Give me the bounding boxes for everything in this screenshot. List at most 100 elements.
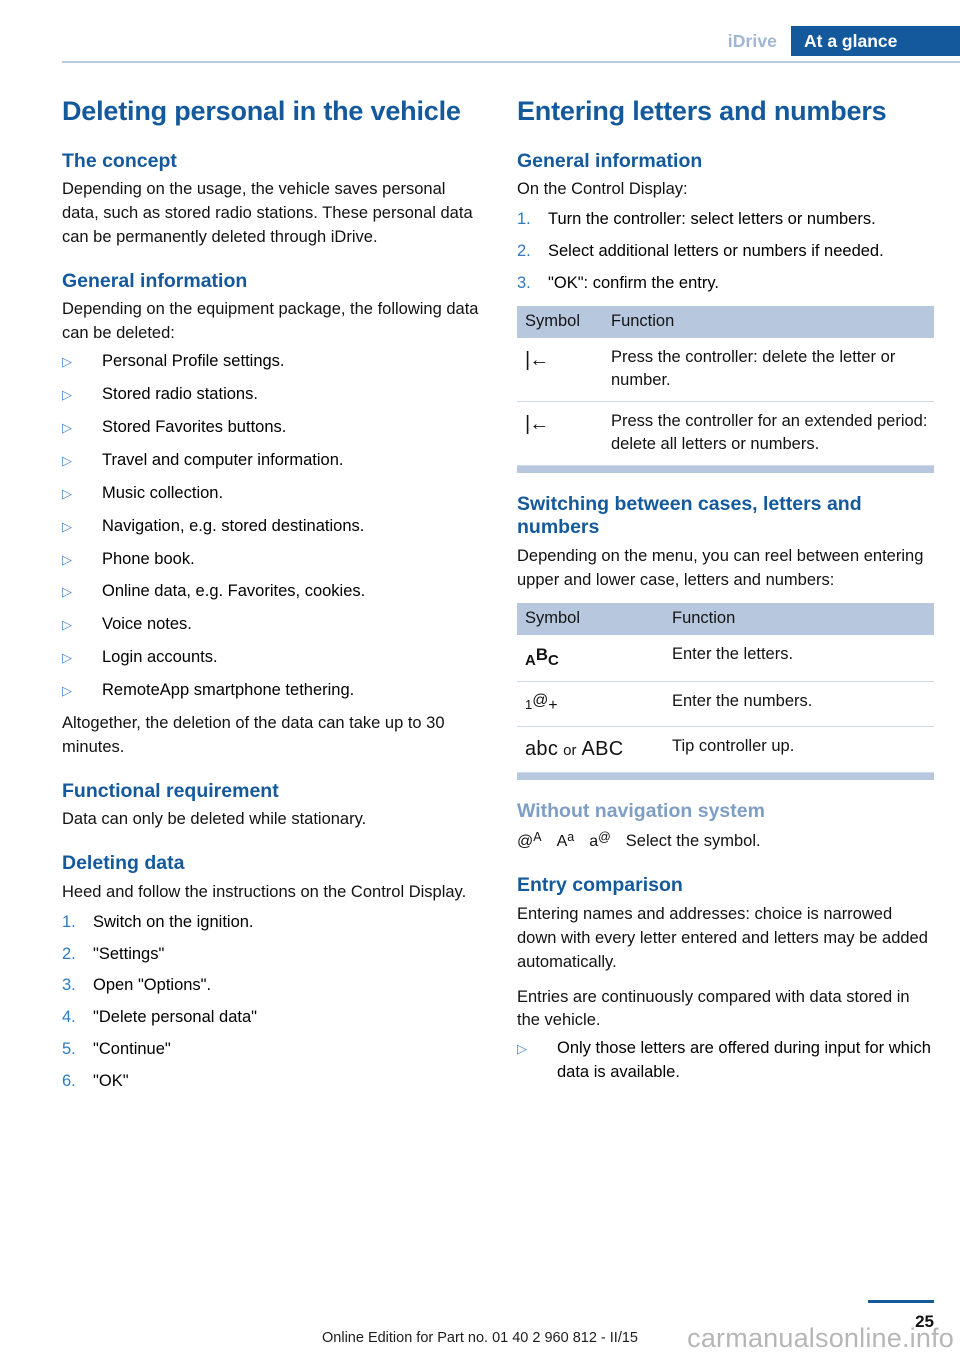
list-item-label: RemoteApp smartphone tethering. [102, 681, 355, 700]
table-row: 1@+ Enter the numbers. [517, 681, 934, 727]
heading-deleting-data: Deleting data [62, 852, 185, 875]
triangle-bullet-icon: ▷ [62, 551, 72, 567]
step-item: 2. Select additional letters or numbers i… [517, 240, 934, 264]
numbers-symbols-icon: 1@+ [517, 681, 664, 727]
step-number: 6. [62, 1072, 76, 1091]
triangle-bullet-icon: ▷ [62, 650, 72, 666]
step-label: "OK" [93, 1072, 129, 1091]
entry-comparison-list: ▷ Only those letters are offered during i… [517, 1037, 934, 1085]
list-item-label: Personal Profile settings. [102, 351, 285, 370]
step-item: 2. "Settings" [62, 943, 479, 967]
list-item-label: Travel and computer information. [102, 450, 344, 469]
backspace-arrow-icon: |← [517, 401, 603, 467]
list-item-label: Only those letters are offered during in… [557, 1039, 931, 1082]
triangle-bullet-icon: ▷ [62, 485, 72, 501]
list-item: ▷ Music collection. [62, 482, 479, 506]
page-number: 25 [915, 1312, 934, 1331]
triangle-bullet-icon: ▷ [62, 452, 72, 468]
list-item: ▷ Personal Profile settings. [62, 350, 479, 374]
paragraph-deletion-duration: Altogether, the deletion of the data can… [62, 714, 445, 757]
page-footer: Online Edition for Part no. 01 40 2 960 … [0, 1282, 960, 1362]
lowercase-at-icon: a@ [589, 830, 611, 851]
heading-general-information-left: General information [62, 269, 248, 292]
list-item: ▷ Navigation, e.g. stored destinations. [62, 515, 479, 539]
step-item: 3. "OK": confirm the entry. [517, 272, 934, 296]
page-number-rule [868, 1300, 934, 1303]
step-item: 1. Switch on the ignition. [62, 911, 479, 935]
step-label: "Continue" [93, 1040, 171, 1059]
paragraph-switching-intro: Depending on the menu, you can reel betw… [517, 546, 924, 589]
heading-general-information-right: General information [517, 149, 703, 172]
list-item: ▷ Only those letters are offered during i… [517, 1037, 934, 1085]
column-header-symbol: Symbol [517, 305, 603, 338]
list-item: ▷ Voice notes. [62, 613, 479, 637]
heading-without-navigation-system: Without navigation system [517, 799, 765, 822]
step-label: Open "Options". [93, 976, 212, 995]
table-header-row: Symbol Function [517, 602, 934, 635]
heading-functional-requirement: Functional requirement [62, 779, 279, 802]
step-number: 3. [62, 976, 76, 995]
deleting-data-steps: 1. Switch on the ignition. 2. "Settings" 3… [62, 911, 479, 1095]
column-header-function: Function [664, 602, 934, 635]
table-header-row: Symbol Function [517, 305, 934, 338]
step-label: "OK": confirm the entry. [548, 273, 719, 292]
lowercase-uppercase-icon: abc or ABC [517, 726, 664, 773]
triangle-bullet-icon: ▷ [62, 386, 72, 402]
without-navigation-text: Select the symbol. [625, 832, 761, 851]
triangle-bullet-icon: ▷ [62, 617, 72, 633]
table-bottom-bar [517, 465, 934, 474]
step-item: 1. Turn the controller: select letters or… [517, 208, 934, 232]
step-label: "Settings" [93, 944, 165, 963]
table-cell-function: Enter the letters. [664, 634, 934, 682]
step-label: Switch on the ignition. [93, 912, 254, 931]
list-item: ▷ RemoteApp smartphone tethering. [62, 679, 479, 703]
list-item: ▷ Online data, e.g. Favorites, cookies. [62, 580, 479, 604]
delete-symbol-table: Symbol Function |← Press the controller:… [517, 305, 934, 474]
triangle-bullet-icon: ▷ [62, 584, 72, 600]
case-switch-symbol-table: Symbol Function ABC Enter the letters. 1… [517, 602, 934, 780]
header-section-label: iDrive [727, 31, 777, 51]
list-item-label: Navigation, e.g. stored destinations. [102, 516, 365, 535]
paragraph-entry-comparison-2: Entries are continuously compared with d… [517, 987, 910, 1030]
step-item: 4. "Delete personal data" [62, 1006, 479, 1030]
list-item: ▷ Stored radio stations. [62, 383, 479, 407]
paragraph-control-display: On the Control Display: [517, 179, 688, 198]
triangle-bullet-icon: ▷ [62, 353, 72, 369]
list-item-label: Online data, e.g. Favorites, cookies. [102, 582, 366, 601]
list-item-label: Music collection. [102, 483, 224, 502]
column-header-symbol: Symbol [517, 602, 664, 635]
table-row: |← Press the controller for an extended … [517, 401, 934, 467]
list-item: ▷ Travel and computer information. [62, 449, 479, 473]
without-navigation-symbol-row: @A Aa a@ Select the symbol. [517, 828, 934, 854]
list-item-label: Login accounts. [102, 648, 218, 667]
step-item: 6. "OK" [62, 1070, 479, 1094]
step-number: 2. [517, 241, 531, 260]
paragraph-entry-comparison-1: Entering names and addresses: choice is … [517, 904, 928, 971]
right-column: Entering letters and numbers General inf… [517, 96, 934, 1103]
table-cell-function: Enter the numbers. [664, 681, 934, 727]
deletable-data-list: ▷ Personal Profile settings. ▷ Stored radi… [62, 350, 479, 703]
list-item: ▷ Phone book. [62, 548, 479, 572]
triangle-bullet-icon: ▷ [517, 1041, 527, 1057]
step-number: 3. [517, 273, 531, 292]
step-label: Select additional letters or numbers if … [548, 241, 884, 260]
triangle-bullet-icon: ▷ [62, 683, 72, 699]
paragraph-general-information-intro: Depending on the equipment package, the … [62, 300, 479, 343]
backspace-arrow-icon: |← [517, 337, 603, 402]
step-number: 1. [517, 209, 531, 228]
column-header-function: Function [603, 305, 934, 338]
heading-the-concept: The concept [62, 149, 177, 172]
step-item: 3. Open "Options". [62, 974, 479, 998]
list-item: ▷ Stored Favorites buttons. [62, 416, 479, 440]
table-cell-function: Press the controller: delete the letter … [603, 337, 934, 402]
list-item-label: Voice notes. [102, 615, 192, 634]
left-chapter-title: Deleting personal in the vehicle [62, 96, 461, 126]
header-divider [62, 61, 960, 63]
table-row: ABC Enter the letters. [517, 634, 934, 682]
triangle-bullet-icon: ▷ [62, 518, 72, 534]
right-chapter-title: Entering letters and numbers [517, 96, 887, 126]
triangle-bullet-icon: ▷ [62, 419, 72, 435]
table-cell-function: Press the controller for an extended per… [603, 401, 934, 467]
step-number: 5. [62, 1040, 76, 1059]
heading-entry-comparison: Entry comparison [517, 874, 683, 897]
